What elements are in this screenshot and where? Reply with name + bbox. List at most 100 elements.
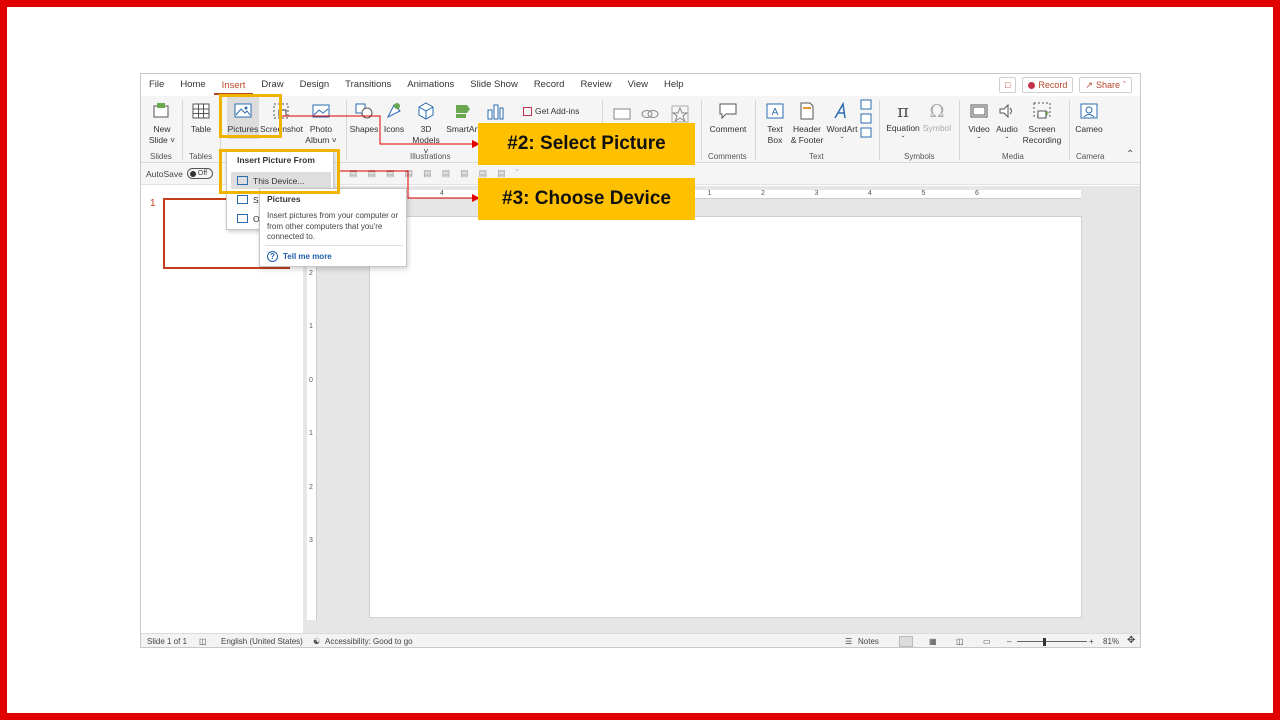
notes-button[interactable]: Notes bbox=[858, 637, 879, 646]
record-button[interactable]: Record bbox=[1022, 77, 1074, 93]
photo-album-label-1: Photo bbox=[309, 124, 333, 134]
group-label-illustrations: Illustrations bbox=[410, 152, 451, 161]
share-button[interactable]: ↗ Share ˇ bbox=[1079, 77, 1132, 93]
photo-album-icon bbox=[312, 104, 330, 118]
status-bar: Slide 1 of 1 ◫ English (United States) ☯… bbox=[141, 633, 1140, 647]
ruler-tick-label: 2 bbox=[309, 483, 313, 491]
omega-icon: Ω bbox=[929, 101, 945, 122]
new-slide-button[interactable]: New Slide ˅ bbox=[147, 101, 177, 146]
tab-slide-show[interactable]: Slide Show bbox=[462, 74, 526, 96]
align-icon[interactable]: ▤ bbox=[368, 168, 377, 179]
get-addins-button[interactable]: Get Add-ins bbox=[523, 106, 585, 117]
get-addins-label: Get Add-ins bbox=[535, 106, 580, 116]
audio-button[interactable]: Audio ˇ bbox=[993, 101, 1021, 146]
pictures-highlight-box bbox=[219, 94, 282, 138]
wordart-button[interactable]: WordArt ˇ bbox=[825, 101, 859, 146]
comments-button[interactable]: □ bbox=[998, 77, 1017, 93]
zoom-out-icon[interactable]: – bbox=[1007, 637, 1011, 646]
notes-icon[interactable]: ☰ bbox=[845, 637, 852, 646]
zoom-slider-thumb[interactable] bbox=[1043, 638, 1046, 646]
chevron-down-icon: ˇ bbox=[901, 134, 905, 144]
separator bbox=[1069, 100, 1070, 160]
align-icon[interactable]: ▤ bbox=[405, 168, 414, 179]
align-icon[interactable]: ▤ bbox=[423, 168, 432, 179]
autosave-control[interactable]: AutoSave Off bbox=[146, 168, 213, 179]
slideshow-icon[interactable]: ▭ bbox=[983, 637, 991, 646]
zoom-level[interactable]: 81% bbox=[1103, 637, 1119, 646]
tell-me-more-link[interactable]: ? Tell me more bbox=[267, 251, 332, 262]
record-label: Record bbox=[1038, 80, 1068, 90]
svg-text:A: A bbox=[772, 107, 779, 118]
zoom-slider[interactable] bbox=[1017, 641, 1087, 642]
video-button[interactable]: Video ˇ bbox=[965, 101, 993, 146]
fit-slide-icon[interactable]: ✥ bbox=[1127, 635, 1135, 646]
tab-draw[interactable]: Draw bbox=[253, 74, 291, 96]
align-icon[interactable]: ▤ bbox=[442, 168, 451, 179]
table-label: Table bbox=[190, 124, 212, 134]
align-icon[interactable]: ▤ bbox=[460, 168, 469, 179]
align-icon[interactable]: ▤ bbox=[386, 168, 395, 179]
zoom-in-icon[interactable]: + bbox=[1089, 637, 1094, 646]
separator bbox=[701, 100, 702, 160]
tab-record[interactable]: Record bbox=[526, 74, 573, 96]
chevron-down-icon: ˇ bbox=[977, 135, 981, 145]
3d-models-label-1: 3D bbox=[420, 124, 432, 134]
symbol-button[interactable]: Ω Symbol bbox=[921, 101, 953, 134]
wordart-icon bbox=[834, 101, 846, 119]
spelling-icon[interactable]: ◫ bbox=[199, 637, 207, 646]
pictures-tooltip: Pictures Insert pictures from your compu… bbox=[259, 188, 407, 267]
ruler-tick-label: 1 bbox=[707, 190, 712, 197]
chevron-down-icon: ˇ bbox=[1123, 80, 1126, 90]
table-button[interactable]: Table bbox=[187, 101, 215, 135]
comment-icon bbox=[719, 103, 737, 120]
group-label-symbols: Symbols bbox=[904, 152, 935, 161]
speaker-icon bbox=[999, 103, 1012, 119]
tab-file[interactable]: File bbox=[141, 74, 172, 96]
icons-button[interactable]: Icons bbox=[381, 101, 407, 135]
step2-callout: #2: Select Picture bbox=[478, 123, 695, 165]
autosave-toggle[interactable]: Off bbox=[186, 168, 213, 179]
tab-help[interactable]: Help bbox=[656, 74, 692, 96]
help-icon: ? bbox=[267, 251, 278, 262]
group-label-text: Text bbox=[809, 152, 824, 161]
tab-transitions[interactable]: Transitions bbox=[337, 74, 399, 96]
chevron-down-icon: ˇ bbox=[1005, 135, 1009, 145]
text-extras-button[interactable] bbox=[859, 99, 873, 142]
header-footer-button[interactable]: Header & Footer bbox=[789, 101, 825, 146]
smartart-button[interactable]: SmartArt bbox=[445, 101, 481, 135]
ruler-tick-label: 5 bbox=[921, 190, 926, 197]
separator bbox=[879, 100, 880, 160]
text-box-button[interactable]: A Text Box bbox=[761, 101, 789, 146]
screen-recording-label-2: Recording bbox=[1022, 135, 1062, 145]
accessibility-status[interactable]: Accessibility: Good to go bbox=[325, 637, 413, 646]
cameo-button[interactable]: Cameo bbox=[1073, 101, 1105, 135]
separator bbox=[346, 100, 347, 160]
tab-home[interactable]: Home bbox=[172, 74, 213, 96]
photo-album-button[interactable]: Photo Album ˅ bbox=[304, 101, 338, 146]
comment-button[interactable]: Comment bbox=[707, 101, 749, 135]
language[interactable]: English (United States) bbox=[221, 637, 303, 646]
tab-review[interactable]: Review bbox=[572, 74, 619, 96]
equation-label: Equation bbox=[886, 123, 920, 133]
3d-models-button[interactable]: 3D Models ˅ bbox=[411, 101, 441, 157]
slide-sorter-icon[interactable]: ▦ bbox=[929, 637, 937, 646]
group-label-comments: Comments bbox=[708, 152, 747, 161]
tab-design[interactable]: Design bbox=[292, 74, 338, 96]
star-icon bbox=[671, 105, 689, 123]
tab-insert[interactable]: Insert bbox=[213, 75, 254, 95]
equation-button[interactable]: π Equation ˇ bbox=[883, 101, 923, 145]
header-footer-label-2: & Footer bbox=[790, 135, 824, 145]
normal-view-icon[interactable] bbox=[899, 636, 913, 647]
comment-icon: □ bbox=[1004, 80, 1011, 90]
chart-button[interactable] bbox=[485, 101, 505, 124]
screen-recording-button[interactable]: Screen Recording bbox=[1021, 101, 1063, 146]
accessibility-icon[interactable]: ☯ bbox=[313, 637, 320, 646]
photo-album-label-2: Album ˅ bbox=[305, 135, 337, 145]
align-icon[interactable]: ▤ bbox=[349, 168, 358, 179]
collapse-ribbon-icon[interactable]: ⌃ bbox=[1126, 149, 1134, 160]
tab-animations[interactable]: Animations bbox=[399, 74, 462, 96]
reading-view-icon[interactable]: ◫ bbox=[956, 637, 964, 646]
shapes-button[interactable]: Shapes bbox=[349, 101, 379, 135]
tab-view[interactable]: View bbox=[620, 74, 656, 96]
slide-canvas[interactable] bbox=[369, 216, 1082, 618]
